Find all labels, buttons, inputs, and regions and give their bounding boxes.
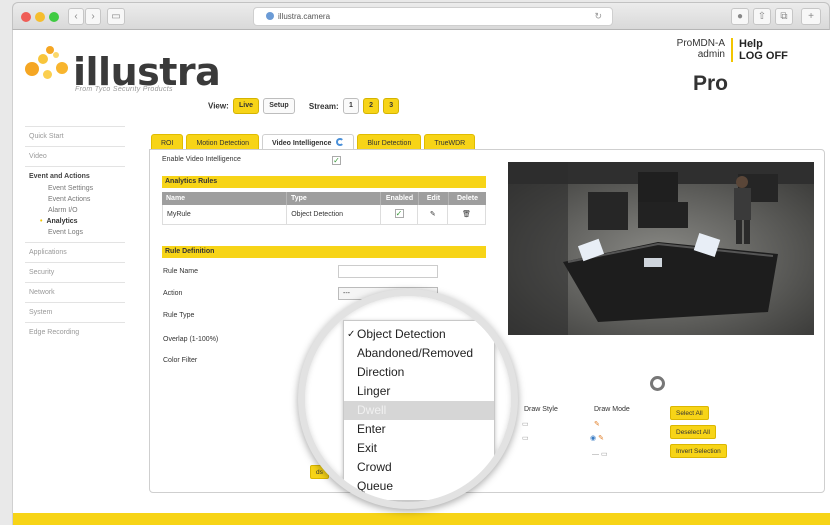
rule-type-option[interactable]: Exit [344,439,494,458]
sidebar-item-network[interactable]: Network [25,282,125,302]
minimize-window-icon[interactable] [35,12,45,22]
draw-style-label: Draw Style [524,406,558,413]
rule-type-option[interactable]: Queue [344,477,494,496]
share-button[interactable]: ⇧ [753,8,771,25]
zoom-window-icon[interactable] [49,12,59,22]
tabs-button[interactable]: ⧉ [775,8,793,25]
action-label: Action [163,290,183,297]
stream-3-button[interactable]: 3 [383,98,400,114]
sidebar-item-system[interactable]: System [25,302,125,322]
rule-definition-header: Rule Definition [162,246,486,258]
globe-icon [266,12,274,20]
help-link[interactable]: Help [739,38,788,50]
enable-label: Enable Video Intelligence [162,156,241,163]
url-text: illustra.camera [278,12,331,21]
rule-name-cell: MyRule [167,211,191,218]
delete-icon[interactable]: 🗑 [447,205,485,224]
sidebar-item-security[interactable]: Security [25,262,125,282]
product-edition: Pro [693,72,729,95]
video-loading-icon [650,376,665,391]
edit-icon[interactable]: ✎ [417,205,447,224]
draw-style-option-icon[interactable]: ▭ [522,434,529,442]
stream-1-button[interactable]: 1 [342,98,359,114]
logoff-link[interactable]: LOG OFF [739,50,788,62]
loading-spinner-icon [336,138,345,146]
camera-live-view[interactable] [508,162,814,335]
analytics-rules-header: Analytics Rules [162,176,486,188]
stream-label: Stream: [308,101,339,111]
col-type: Type [286,192,380,205]
sidebar-item-event-actions[interactable]: Event and Actions [25,166,125,183]
col-name: Name [166,195,186,202]
deselect-all-button[interactable]: Deselect All [670,425,716,439]
tab-video-intelligence-label: Video Intelligence [271,140,332,147]
sidebar-sub-event-settings[interactable]: Event Settings [25,183,125,194]
live-button[interactable]: Live [232,98,259,114]
pencil-icon[interactable]: ✎ [594,420,600,428]
sidebar-sub-event-actions[interactable]: Event Actions [25,194,125,205]
new-tab-button[interactable]: + [801,8,821,25]
sidebar-sub-analytics[interactable]: Analytics [25,216,125,227]
sidebar-item-video[interactable]: Video [25,146,125,166]
rule-type-option[interactable]: Abandoned/Removed [344,344,494,363]
camera-scene-image [508,162,814,335]
draw-mode-label: Draw Mode [594,406,630,413]
rule-type-cell: Object Detection [286,205,379,224]
rule-type-option[interactable]: Linger [344,382,494,401]
back-button[interactable]: ‹ [68,8,84,25]
tagline: From Tyco Security Products [75,86,173,93]
device-name: ProMDN-A [676,38,725,49]
table-row[interactable]: MyRule Object Detection ✓ ✎ 🗑 [162,205,486,225]
color-filter-label: Color Filter [163,357,198,364]
invert-selection-button[interactable]: Invert Selection [670,444,727,458]
sidebar-item-edge-recording[interactable]: Edge Recording [25,322,125,342]
view-controls: View: Live Setup Stream: 1 2 3 [208,98,400,114]
eraser-icon[interactable]: — ▭ [592,450,608,458]
stream-2-button[interactable]: 2 [363,98,379,114]
magnifier-lens: Object Detection Abandoned/Removed Direc… [298,289,518,509]
sidebar: Quick Start Video Event and Actions Even… [25,126,125,342]
help-links: Help LOG OFF [731,38,788,62]
rule-name-label: Rule Name [163,268,199,275]
sidebar-sub-alarm-io[interactable]: Alarm I/O [25,205,125,216]
rule-type-dropdown[interactable]: Object Detection Abandoned/Removed Direc… [343,320,495,501]
rules-table-header: Name Type Enabled Edit Delete [162,192,486,205]
sidebar-item-quick-start[interactable]: Quick Start [25,126,125,146]
extensions-button[interactable]: ● [731,8,749,25]
header: illustra From Tyco Security Products Vie… [13,30,830,122]
rule-type-option[interactable]: Dwell [344,401,494,420]
rule-type-option[interactable]: Crowd [344,458,494,477]
enabled-cell: ✓ [379,205,418,224]
rule-type-option[interactable]: Object Detection [344,325,494,344]
draw-style-option-icon[interactable]: ▭ [522,420,529,428]
address-bar[interactable]: illustra.camera ↻ [253,7,613,26]
col-edit: Edit [418,192,448,205]
enable-row: Enable Video Intelligence [162,156,241,163]
tab-bar: ROI Motion Detection Video Intelligence Blu… [151,132,478,152]
rule-name-input[interactable] [338,265,438,278]
col-delete: Delete [448,192,486,205]
user-info: ProMDN-A admin [677,38,725,60]
reload-icon[interactable]: ↻ [594,8,602,25]
sidebar-item-applications[interactable]: Applications [25,242,125,262]
close-window-icon[interactable] [21,12,31,22]
rule-type-option[interactable]: Direction [344,363,494,382]
col-enabled: Enabled [380,192,418,205]
setup-button[interactable]: Setup [263,98,295,114]
select-all-button[interactable]: Select All [670,406,709,420]
sidebar-sub-event-logs[interactable]: Event Logs [25,227,125,242]
sidebar-toggle-button[interactable]: ▭ [107,8,125,25]
enable-checkbox[interactable]: ✓ [332,156,341,165]
rule-type-option[interactable]: Enter [344,420,494,439]
user-role: admin [697,49,725,60]
rule-type-label: Rule Type [163,312,195,319]
view-label: View: [208,101,229,111]
draw-mode-radio[interactable]: ◉ ✎ [590,434,604,442]
browser-toolbar: ‹ › ▭ illustra.camera ↻ ● ⇧ ⧉ + [12,2,830,30]
rule-enabled-checkbox[interactable]: ✓ [394,209,404,218]
footer-bar [13,513,830,525]
overlap-label: Overlap (1-100%) [163,336,219,343]
forward-button[interactable]: › [85,8,101,25]
rules-table: Name Type Enabled Edit Delete MyRule Obj… [162,192,486,225]
